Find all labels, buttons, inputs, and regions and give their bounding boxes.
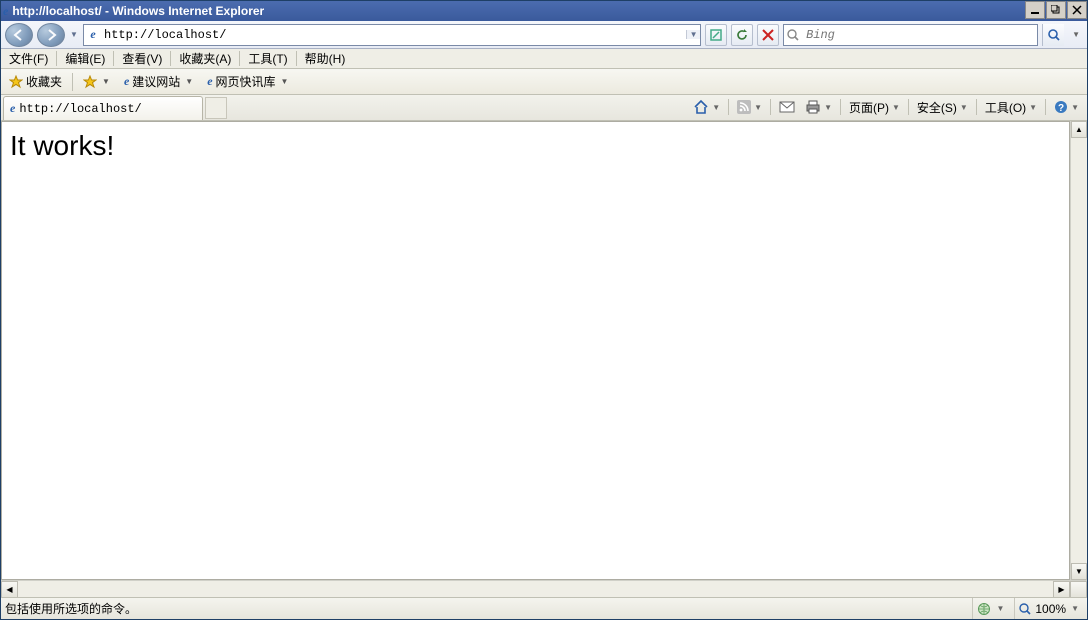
search-go-button[interactable] [1042,24,1064,46]
scroll-track[interactable] [1071,138,1087,563]
chevron-down-icon: ▼ [824,103,832,112]
stop-button[interactable] [757,24,779,46]
help-button[interactable]: ? ▼ [1050,96,1083,118]
suggested-sites-label: 建议网站 [132,73,180,90]
zoom-control[interactable]: 100% ▼ [1014,598,1083,619]
zoom-value: 100% [1035,602,1066,616]
ie-window: e http://localhost/ - Windows Internet E… [0,0,1088,620]
ie-icon: e [124,74,129,89]
svg-text:?: ? [1058,103,1064,114]
safety-label: 安全(S) [917,99,957,116]
page-body: It works! [2,122,1069,170]
refresh-button[interactable] [731,24,753,46]
status-bar: 包括使用所选项的命令。 ▼ 100% ▼ [1,597,1087,619]
chevron-down-icon: ▼ [1029,103,1037,112]
search-provider-icon[interactable] [784,29,802,41]
chevron-down-icon: ▼ [1071,103,1079,112]
chevron-down-icon: ▼ [996,604,1004,613]
restore-button[interactable] [1046,1,1066,19]
menu-file[interactable]: 文件(F) [1,49,56,68]
scroll-corner [1070,581,1087,598]
forward-button[interactable] [37,23,65,47]
chevron-down-icon: ▼ [281,77,289,86]
page-viewport: It works! [1,121,1070,580]
globe-icon [977,602,991,616]
menu-edit[interactable]: 编辑(E) [57,49,113,68]
tab-bar: e http://localhost/ ▼ ▼ [1,95,1087,121]
status-text: 包括使用所选项的命令。 [5,600,137,617]
safety-menu-button[interactable]: 安全(S)▼ [913,96,972,118]
nav-bar: ▼ e ▼ ▼ [1,21,1087,49]
page-label: 页面(P) [849,99,889,116]
scroll-up-button[interactable]: ▲ [1071,121,1087,138]
menu-bar: 文件(F) 编辑(E) 查看(V) 收藏夹(A) 工具(T) 帮助(H) [1,49,1087,69]
favorites-bar: 收藏夹 ▼ e 建议网站 ▼ e 网页快讯库 ▼ [1,69,1087,95]
mail-icon [779,101,795,113]
feeds-button[interactable]: ▼ [733,96,766,118]
minimize-button[interactable] [1025,1,1045,19]
webslice-link[interactable]: e 网页快讯库 ▼ [203,71,292,92]
address-dropdown[interactable]: ▼ [686,30,700,39]
menu-help[interactable]: 帮助(H) [297,49,354,68]
tab-title: http://localhost/ [19,102,141,116]
new-tab-button[interactable] [205,97,227,119]
security-zone[interactable]: ▼ [972,598,1008,619]
scroll-left-button[interactable]: ◀ [1,581,18,598]
webslice-label: 网页快讯库 [216,73,276,90]
read-mail-button[interactable] [775,96,799,118]
address-bar: e ▼ [83,24,701,46]
window-title: http://localhost/ - Windows Internet Exp… [12,4,1024,18]
home-icon [693,99,709,115]
page-favicon: e [84,27,102,42]
address-input[interactable] [102,28,686,42]
window-buttons [1024,1,1087,21]
help-icon: ? [1054,100,1068,114]
horizontal-scrollbar[interactable]: ◀ ▶ [1,580,1087,597]
back-button[interactable] [5,23,33,47]
chevron-down-icon: ▼ [185,77,193,86]
chevron-down-icon: ▼ [712,103,720,112]
print-button[interactable]: ▼ [801,96,836,118]
suggested-sites-link[interactable]: e 建议网站 ▼ [120,71,197,92]
page-heading: It works! [10,130,1061,162]
chevron-down-icon: ▼ [892,103,900,112]
scroll-track[interactable] [18,581,1053,597]
tools-label: 工具(O) [985,99,1026,116]
chevron-down-icon: ▼ [1071,604,1079,613]
add-fav-button[interactable]: ▼ [79,73,114,91]
compat-view-button[interactable] [705,24,727,46]
menu-tools[interactable]: 工具(T) [240,49,295,68]
scroll-right-button[interactable]: ▶ [1053,581,1070,598]
chevron-down-icon: ▼ [102,77,110,86]
tab-active[interactable]: e http://localhost/ [3,96,203,120]
rss-icon [737,100,751,114]
scroll-down-button[interactable]: ▼ [1071,563,1087,580]
close-button[interactable] [1067,1,1087,19]
chevron-down-icon: ▼ [960,103,968,112]
ie-icon: e [207,74,212,89]
ie-icon: e [3,4,8,19]
menu-fav[interactable]: 收藏夹(A) [171,49,239,68]
star-plus-icon [83,75,97,89]
separator [72,73,73,91]
search-bar [783,24,1038,46]
title-bar: e http://localhost/ - Windows Internet E… [1,1,1087,21]
menu-view[interactable]: 查看(V) [114,49,170,68]
search-input[interactable] [802,28,1037,42]
nav-history-dropdown[interactable]: ▼ [69,30,79,39]
chevron-down-icon: ▼ [754,103,762,112]
tools-menu-button[interactable]: 工具(O)▼ [981,96,1041,118]
content-wrap: It works! ▲ ▼ [1,121,1087,580]
favorites-label: 收藏夹 [26,73,62,90]
search-dropdown[interactable]: ▼ [1069,30,1083,39]
zoom-icon [1019,603,1031,615]
page-menu-button[interactable]: 页面(P)▼ [845,96,904,118]
vertical-scrollbar[interactable]: ▲ ▼ [1070,121,1087,580]
favorites-button[interactable]: 收藏夹 [5,71,66,92]
command-bar: ▼ ▼ ▼ 页面(P)▼ [689,94,1087,120]
home-button[interactable]: ▼ [689,96,724,118]
star-icon [9,75,23,89]
printer-icon [805,100,821,114]
tab-favicon: e [10,101,15,116]
